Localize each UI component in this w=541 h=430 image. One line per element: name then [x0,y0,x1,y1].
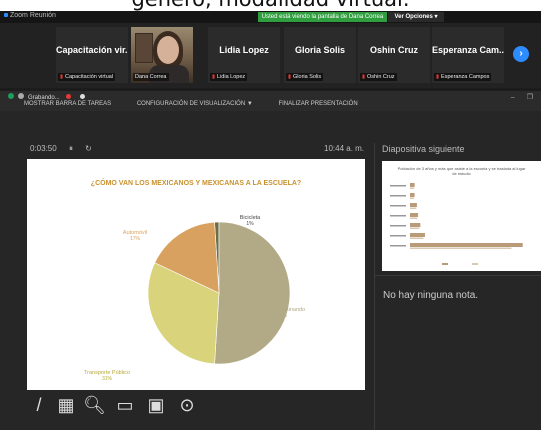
thumb-bar [410,183,415,187]
screenshot-root: género, modalidad virtual. Zoom Reunión … [0,0,541,430]
shield-icon [8,93,14,99]
pie-chart: Bicicleta1%Caminando51%Transporte Públic… [84,215,305,382]
notes-text: No hay ninguna nota. [383,290,479,301]
participant-tile[interactable]: Capacitación vir... ▮ Capacitación virtua… [56,27,128,83]
thumb-legend-swatch [442,263,448,265]
participant-name: Capacitación vir... [56,45,128,55]
timer-row: 0:03:50 ⏸ ↻ [30,144,102,154]
participant-tag: ▮ Lidia Lopez [210,73,248,81]
document-caption: género, modalidad virtual. [0,0,541,12]
view-options-button[interactable]: Ver Opciones ▾ [388,12,444,22]
minimize-icon[interactable]: – [511,94,515,101]
thumb-bar-secondary [410,237,424,239]
participant-tag: ▮ Capacitación virtual [58,73,116,81]
participant-video-tile[interactable]: Dana Correa [131,27,193,83]
pause-recording-icon[interactable] [65,94,71,99]
app-title: Zoom Reunión [4,12,56,19]
timer: 0:03:50 [30,144,57,153]
participant-name: Lidia Lopez [219,45,269,55]
screen-share-icon[interactable]: ▭ [114,395,136,416]
end-presentation-button[interactable]: FINALIZAR PRESENTACIÓN [278,101,357,107]
pause-icon[interactable]: ⏸ [69,144,73,153]
thumb-category-label [390,185,406,187]
thumb-bar-secondary [410,217,418,219]
thumb-title: Población de 3 años y más que asiste a l… [397,166,526,176]
current-slide[interactable]: ¿CÓMO VAN LOS MEXICANOS Y MEXICANAS A LA… [27,159,365,390]
participant-tile[interactable]: Lidia Lopez ▮ Lidia Lopez [208,27,280,83]
participant-name: Oshin Cruz [369,45,418,55]
participant-tile[interactable]: Oshin Cruz ▮ Oshin Cruz [358,27,430,83]
thumb-bar-secondary [410,207,417,209]
participant-tile[interactable]: Esperanza Cam... ▮ Esperanza Campos [432,27,504,83]
clock: 10:44 a. m. [324,144,365,153]
face-shape [157,36,179,64]
thumb-bar-secondary [410,197,415,199]
participant-tag: ▮ Esperanza Campos [434,73,492,81]
thumb-bar [410,213,419,217]
thumb-bar-secondary [410,187,415,189]
participant-name: Gloria Solis [294,45,345,55]
show-taskbar-button[interactable]: MOSTRAR BARRA DE TAREAS [24,101,111,107]
thumb-category-label [390,215,406,217]
chevron-right-icon: › [519,48,523,59]
window-controls: – ❐ [499,93,533,101]
title-bar: Zoom Reunión Usted está viendo la pantal… [0,11,541,23]
share-banner: Usted está viendo la pantalla de Dana Co… [258,12,387,22]
next-slide-thumbnail[interactable]: Población de 3 años y más que asiste a l… [382,161,541,271]
mic-muted-icon: ▮ [60,74,64,80]
presenter-toolbar: Grabando... MOSTRAR BARRA DE TAREAS CONF… [0,91,541,111]
participant-tag: ▮ Oshin Cruz [360,73,397,81]
thumb-bar-secondary [410,247,512,249]
thumb-bar [410,203,417,207]
stop-recording-icon[interactable] [79,94,85,99]
thumb-bar [410,223,421,227]
slides-grid-icon[interactable]: ▦ [55,395,77,416]
participant-strip: Capacitación vir... ▮ Capacitación virtua… [0,23,541,88]
mic-muted-icon: ▮ [436,74,440,80]
mic-muted-icon: ▮ [288,74,292,80]
participant-name: Esperanza Cam... [432,45,504,55]
restore-icon[interactable]: ❐ [527,94,533,101]
next-participants-button[interactable]: › [513,46,529,62]
record-icon [18,93,24,99]
slice-value-label: 31% [102,376,113,382]
pen-icon[interactable]: / [28,395,50,416]
thumb-bar [410,243,523,247]
divider [374,143,375,430]
thumb-bar-chart [390,183,523,265]
thumb-bar-secondary [410,227,420,229]
presenter-view: 0:03:50 ⏸ ↻ 10:44 a. m. Diapositiva sigu… [0,111,541,430]
bookshelf [135,33,153,63]
thumb-category-label [390,225,406,227]
black-screen-icon[interactable]: ▣ [145,395,167,416]
thumb-category-label [390,205,406,207]
more-icon[interactable]: ⊙ [176,395,198,416]
participant-tile[interactable]: Gloria Solis ▮ Gloria Solis [284,27,356,83]
pie-slice-caminando [214,221,291,365]
next-slide-label: Diapositiva siguiente [382,144,465,154]
magnifier-icon[interactable]: 🔍︎ [83,395,106,416]
reset-icon[interactable]: ↻ [85,144,92,153]
slice-value-label: 1% [246,221,254,227]
toolbar-actions: MOSTRAR BARRA DE TAREAS CONFIGURACIÓN DE… [24,101,382,107]
divider [374,275,541,276]
slice-value-label: 51% [277,313,288,319]
recording-status: Grabando... [8,93,88,101]
thumb-bar [410,233,425,237]
participant-tag: Dana Correa [133,73,169,81]
thumb-category-label [390,245,406,247]
thumb-legend-swatch [472,263,478,265]
participant-tag: ▮ Gloria Solis [286,73,324,81]
thumb-category-label [390,235,406,237]
thumb-bar [410,193,415,197]
display-settings-button[interactable]: CONFIGURACIÓN DE VISUALIZACIÓN ▼ [137,101,253,107]
mic-muted-icon: ▮ [362,74,366,80]
thumb-category-label [390,195,406,197]
mic-muted-icon: ▮ [212,74,216,80]
zoom-window: Zoom Reunión Usted está viendo la pantal… [0,11,541,430]
slice-value-label: 17% [130,236,141,242]
